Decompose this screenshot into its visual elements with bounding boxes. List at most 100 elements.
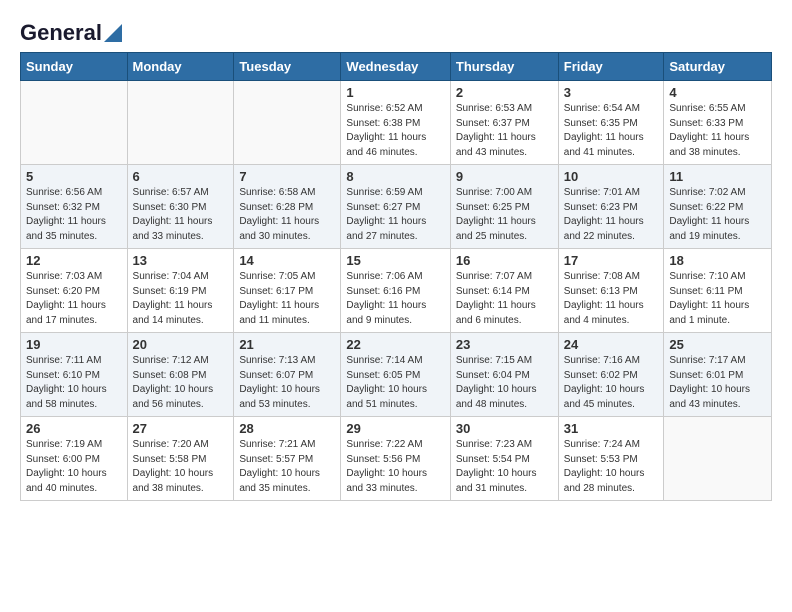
calendar-header-row: SundayMondayTuesdayWednesdayThursdayFrid…: [21, 53, 772, 81]
calendar-table: SundayMondayTuesdayWednesdayThursdayFrid…: [20, 52, 772, 501]
day-info: Sunrise: 7:20 AM Sunset: 5:58 PM Dayligh…: [133, 438, 229, 496]
calendar-cell: 6 Sunrise: 6:57 AM Sunset: 6:30 PM Daylig…: [127, 165, 234, 249]
day-number: 3: [564, 85, 659, 100]
calendar-cell: 9Sunrise: 7:00 AM Sunset: 6:25 PM Daylig…: [450, 165, 558, 249]
day-header-saturday: Saturday: [664, 53, 772, 81]
day-info: Sunrise: 7:19 AM Sunset: 6:00 PM Dayligh…: [26, 438, 122, 496]
day-info: Sunrise: 6:53 AM Sunset: 6:37 PM Dayligh…: [456, 102, 553, 160]
calendar-cell: 4 Sunrise: 6:55 AM Sunset: 6:33 PM Daylig…: [664, 81, 772, 165]
day-number: 25: [669, 337, 766, 352]
calendar-cell: 23 Sunrise: 7:15 AM Sunset: 6:04 PM Dayli…: [450, 333, 558, 417]
day-header-monday: Monday: [127, 53, 234, 81]
day-number: 27: [133, 421, 229, 436]
calendar-cell: [127, 81, 234, 165]
day-number: 1: [346, 85, 444, 100]
calendar-cell: 10 Sunrise: 7:01 AM Sunset: 6:23 PM Dayli…: [558, 165, 664, 249]
day-info: Sunrise: 7:15 AM Sunset: 6:04 PM Dayligh…: [456, 354, 553, 412]
day-info: Sunrise: 7:23 AM Sunset: 5:54 PM Dayligh…: [456, 438, 553, 496]
day-number: 14: [239, 253, 335, 268]
day-number: 23: [456, 337, 553, 352]
day-info: Sunrise: 7:06 AM Sunset: 6:16 PM Dayligh…: [346, 270, 444, 328]
calendar-cell: 21 Sunrise: 7:13 AM Sunset: 6:07 PM Dayli…: [234, 333, 341, 417]
logo-triangle-icon: [104, 24, 122, 42]
logo-part1: General: [20, 20, 102, 46]
calendar-body: 1 Sunrise: 6:52 AM Sunset: 6:38 PM Daylig…: [21, 81, 772, 501]
day-info: Sunrise: 7:01 AM Sunset: 6:23 PM Dayligh…: [564, 186, 659, 244]
logo: General: [20, 20, 122, 42]
calendar-cell: 3Sunrise: 6:54 AM Sunset: 6:35 PM Daylig…: [558, 81, 664, 165]
day-number: 4: [669, 85, 766, 100]
calendar-cell: 24 Sunrise: 7:16 AM Sunset: 6:02 PM Dayli…: [558, 333, 664, 417]
calendar-cell: 12 Sunrise: 7:03 AM Sunset: 6:20 PM Dayli…: [21, 249, 128, 333]
day-info: Sunrise: 7:11 AM Sunset: 6:10 PM Dayligh…: [26, 354, 122, 412]
day-header-wednesday: Wednesday: [341, 53, 450, 81]
calendar-cell: 16 Sunrise: 7:07 AM Sunset: 6:14 PM Dayli…: [450, 249, 558, 333]
calendar-cell: 22Sunrise: 7:14 AM Sunset: 6:05 PM Dayli…: [341, 333, 450, 417]
day-info: Sunrise: 7:22 AM Sunset: 5:56 PM Dayligh…: [346, 438, 444, 496]
calendar-cell: 28 Sunrise: 7:21 AM Sunset: 5:57 PM Dayli…: [234, 417, 341, 501]
calendar-cell: 1 Sunrise: 6:52 AM Sunset: 6:38 PM Daylig…: [341, 81, 450, 165]
calendar-cell: 13 Sunrise: 7:04 AM Sunset: 6:19 PM Dayli…: [127, 249, 234, 333]
calendar-cell: 11 Sunrise: 7:02 AM Sunset: 6:22 PM Dayli…: [664, 165, 772, 249]
day-info: Sunrise: 7:08 AM Sunset: 6:13 PM Dayligh…: [564, 270, 659, 328]
day-info: Sunrise: 7:03 AM Sunset: 6:20 PM Dayligh…: [26, 270, 122, 328]
calendar-cell: 19 Sunrise: 7:11 AM Sunset: 6:10 PM Dayli…: [21, 333, 128, 417]
day-info: Sunrise: 7:12 AM Sunset: 6:08 PM Dayligh…: [133, 354, 229, 412]
day-info: Sunrise: 7:17 AM Sunset: 6:01 PM Dayligh…: [669, 354, 766, 412]
day-info: Sunrise: 6:57 AM Sunset: 6:30 PM Dayligh…: [133, 186, 229, 244]
calendar-week-4: 19 Sunrise: 7:11 AM Sunset: 6:10 PM Dayli…: [21, 333, 772, 417]
calendar-week-1: 1 Sunrise: 6:52 AM Sunset: 6:38 PM Daylig…: [21, 81, 772, 165]
day-number: 10: [564, 169, 659, 184]
calendar-cell: 8Sunrise: 6:59 AM Sunset: 6:27 PM Daylig…: [341, 165, 450, 249]
day-info: Sunrise: 7:02 AM Sunset: 6:22 PM Dayligh…: [669, 186, 766, 244]
day-info: Sunrise: 6:55 AM Sunset: 6:33 PM Dayligh…: [669, 102, 766, 160]
day-number: 17: [564, 253, 659, 268]
day-number: 2: [456, 85, 553, 100]
day-info: Sunrise: 6:56 AM Sunset: 6:32 PM Dayligh…: [26, 186, 122, 244]
calendar-week-3: 12 Sunrise: 7:03 AM Sunset: 6:20 PM Dayli…: [21, 249, 772, 333]
calendar-cell: 18 Sunrise: 7:10 AM Sunset: 6:11 PM Dayli…: [664, 249, 772, 333]
calendar-week-2: 5 Sunrise: 6:56 AM Sunset: 6:32 PM Daylig…: [21, 165, 772, 249]
day-number: 11: [669, 169, 766, 184]
calendar-cell: 7 Sunrise: 6:58 AM Sunset: 6:28 PM Daylig…: [234, 165, 341, 249]
day-info: Sunrise: 7:16 AM Sunset: 6:02 PM Dayligh…: [564, 354, 659, 412]
day-header-friday: Friday: [558, 53, 664, 81]
day-info: Sunrise: 7:00 AM Sunset: 6:25 PM Dayligh…: [456, 186, 553, 244]
calendar-week-5: 26Sunrise: 7:19 AM Sunset: 6:00 PM Dayli…: [21, 417, 772, 501]
day-number: 18: [669, 253, 766, 268]
day-info: Sunrise: 7:21 AM Sunset: 5:57 PM Dayligh…: [239, 438, 335, 496]
day-number: 31: [564, 421, 659, 436]
day-info: Sunrise: 7:07 AM Sunset: 6:14 PM Dayligh…: [456, 270, 553, 328]
calendar-cell: 26Sunrise: 7:19 AM Sunset: 6:00 PM Dayli…: [21, 417, 128, 501]
calendar-cell: 5 Sunrise: 6:56 AM Sunset: 6:32 PM Daylig…: [21, 165, 128, 249]
day-number: 28: [239, 421, 335, 436]
day-info: Sunrise: 7:24 AM Sunset: 5:53 PM Dayligh…: [564, 438, 659, 496]
day-number: 5: [26, 169, 122, 184]
day-number: 24: [564, 337, 659, 352]
calendar-cell: [21, 81, 128, 165]
day-number: 12: [26, 253, 122, 268]
day-number: 16: [456, 253, 553, 268]
day-info: Sunrise: 6:58 AM Sunset: 6:28 PM Dayligh…: [239, 186, 335, 244]
calendar-cell: 31 Sunrise: 7:24 AM Sunset: 5:53 PM Dayli…: [558, 417, 664, 501]
calendar-cell: 27 Sunrise: 7:20 AM Sunset: 5:58 PM Dayli…: [127, 417, 234, 501]
day-number: 22: [346, 337, 444, 352]
calendar-cell: 25 Sunrise: 7:17 AM Sunset: 6:01 PM Dayli…: [664, 333, 772, 417]
calendar-cell: 29Sunrise: 7:22 AM Sunset: 5:56 PM Dayli…: [341, 417, 450, 501]
page-header: General: [20, 20, 772, 42]
day-number: 15: [346, 253, 444, 268]
day-number: 13: [133, 253, 229, 268]
day-header-sunday: Sunday: [21, 53, 128, 81]
day-info: Sunrise: 7:13 AM Sunset: 6:07 PM Dayligh…: [239, 354, 335, 412]
day-number: 7: [239, 169, 335, 184]
day-info: Sunrise: 6:52 AM Sunset: 6:38 PM Dayligh…: [346, 102, 444, 160]
day-number: 6: [133, 169, 229, 184]
day-number: 21: [239, 337, 335, 352]
day-number: 20: [133, 337, 229, 352]
day-info: Sunrise: 7:05 AM Sunset: 6:17 PM Dayligh…: [239, 270, 335, 328]
calendar-cell: 2 Sunrise: 6:53 AM Sunset: 6:37 PM Daylig…: [450, 81, 558, 165]
day-number: 19: [26, 337, 122, 352]
day-info: Sunrise: 7:04 AM Sunset: 6:19 PM Dayligh…: [133, 270, 229, 328]
day-info: Sunrise: 7:10 AM Sunset: 6:11 PM Dayligh…: [669, 270, 766, 328]
calendar-cell: 15 Sunrise: 7:06 AM Sunset: 6:16 PM Dayli…: [341, 249, 450, 333]
